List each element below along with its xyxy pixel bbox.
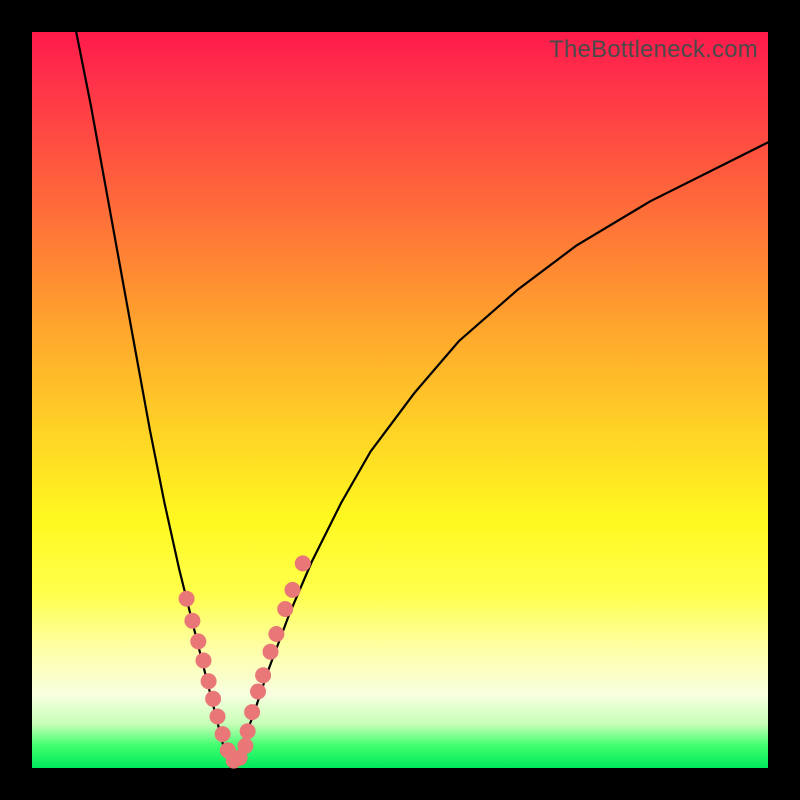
plot-area: TheBottleneck.com [32,32,768,768]
valley-marker [210,709,226,725]
valley-marker [184,613,200,629]
valley-marker [179,591,195,607]
valley-markers [179,555,311,768]
valley-marker [255,667,271,683]
curve-layer [32,32,768,768]
valley-marker [285,582,301,598]
chart-frame: TheBottleneck.com [0,0,800,800]
valley-marker [196,653,212,669]
valley-marker [190,633,206,649]
bottleneck-curve [76,32,768,768]
curve-path [76,32,768,768]
valley-marker [295,555,311,571]
valley-marker [250,684,266,700]
valley-marker [215,726,231,742]
valley-marker [201,673,217,689]
valley-marker [205,691,221,707]
valley-marker [237,738,253,754]
valley-marker [277,601,293,617]
valley-marker [240,723,256,739]
valley-marker [263,644,279,660]
valley-marker [244,704,260,720]
valley-marker [268,626,284,642]
